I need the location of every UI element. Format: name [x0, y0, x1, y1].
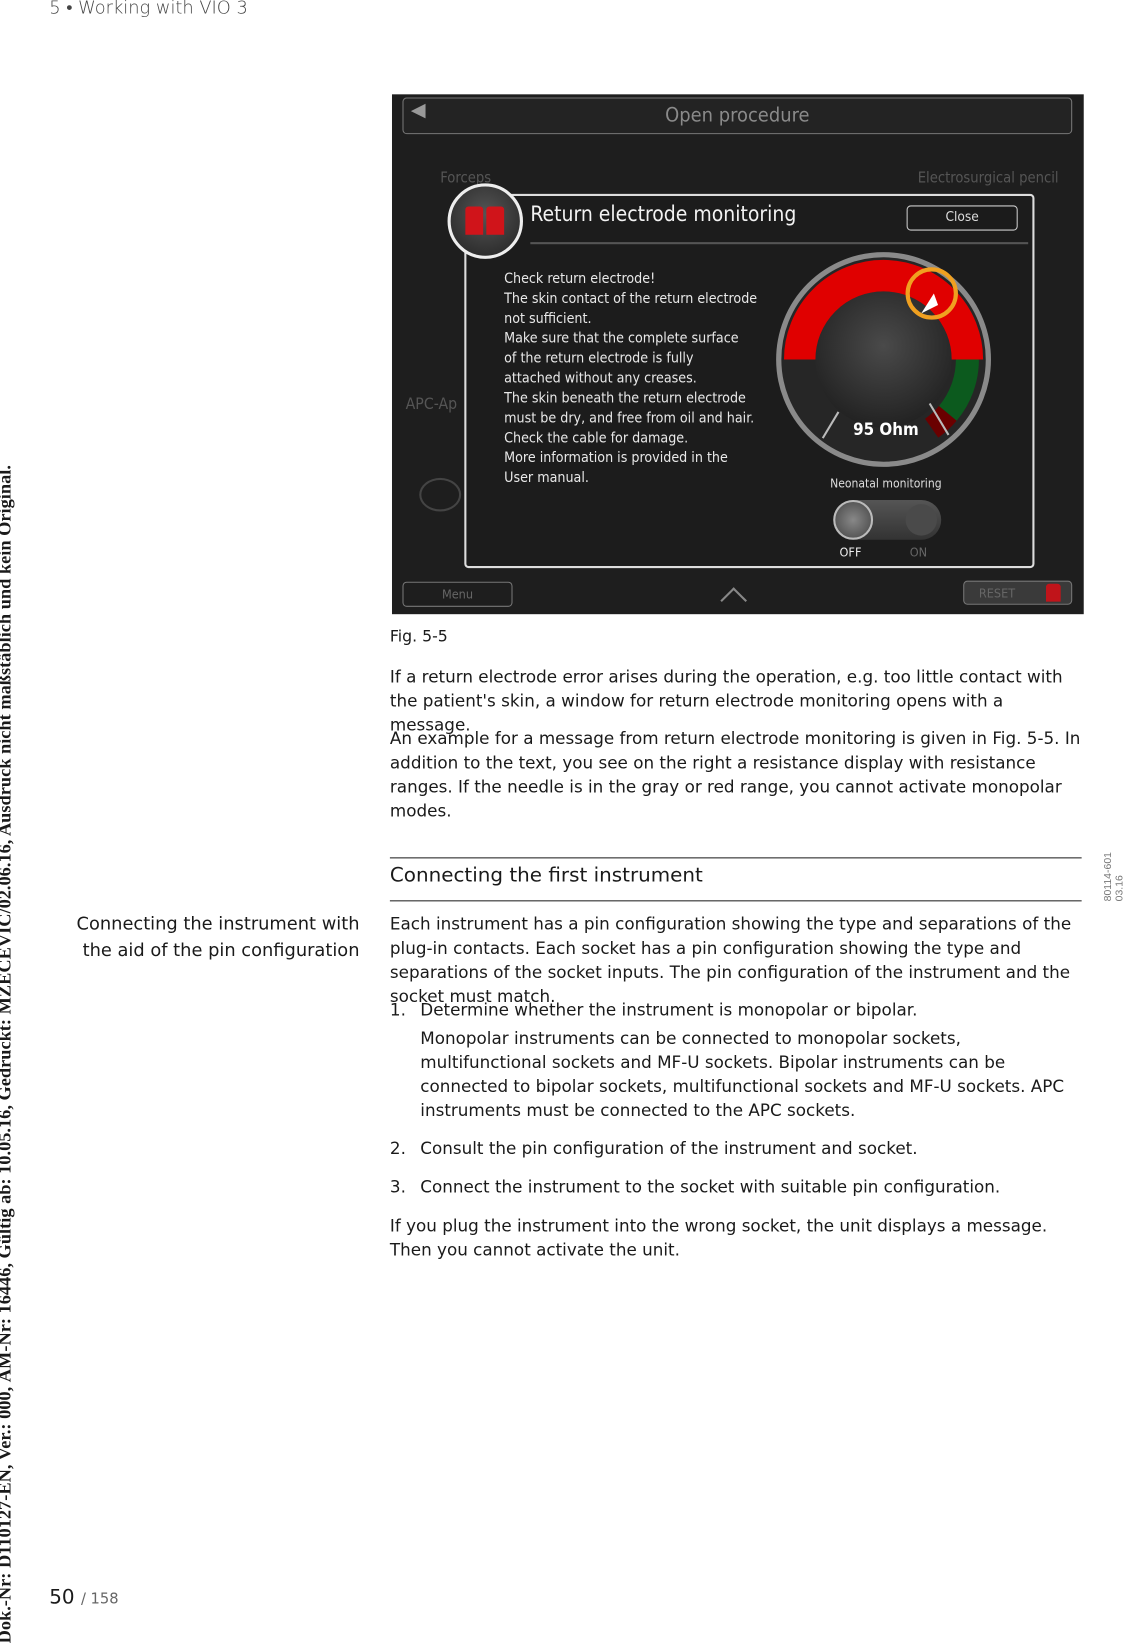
chevron-up-icon[interactable]: [720, 587, 748, 614]
message-line: The skin contact of the return electrode: [504, 290, 758, 308]
message-line: Check the cable for damage.: [504, 429, 689, 447]
message-line: More information is provided in the: [504, 449, 728, 467]
menu-button[interactable]: Menu: [402, 581, 513, 607]
message-line: attached without any creases.: [504, 369, 697, 387]
list-item: 3. Connect the instrument to the socket …: [390, 1175, 1084, 1199]
message-line: of the return electrode is fully: [504, 350, 694, 367]
apc-label: APC-Ap: [405, 394, 458, 413]
doc-id-number: 80114-601: [1102, 852, 1115, 902]
section-heading: Connecting the first instrument: [389, 863, 703, 887]
message-line: Check return electrode!: [504, 270, 656, 288]
return-electrode-icon: [447, 183, 524, 259]
step-number: 2.: [389, 1138, 406, 1159]
current-page: 50: [49, 1585, 75, 1609]
section-rule-bottom: [389, 900, 1082, 902]
document-id: 80114-601 03.16: [1103, 852, 1126, 901]
doc-id-date: 03.16: [1114, 875, 1126, 902]
paragraph: An example for a message from return ele…: [389, 728, 1081, 821]
step-detail: Monopolar instruments can be connected t…: [420, 1028, 1065, 1121]
message-line: not sufficient.: [504, 310, 592, 328]
message-line: The skin beneath the return electrode: [504, 389, 746, 407]
neonatal-monitoring-label: Neonatal monitoring: [830, 475, 942, 491]
neonatal-monitoring-toggle[interactable]: [833, 499, 942, 540]
message-line: Make sure that the complete surface: [504, 330, 739, 347]
instrument-icon: [419, 477, 462, 512]
right-socket-label: Electrosurgical pencil: [917, 169, 1059, 187]
side-heading: Connecting the instrument with the aid o…: [76, 913, 360, 962]
toggle-on-label: ON: [909, 545, 928, 560]
close-button[interactable]: Close: [906, 205, 1018, 231]
toggle-knob-off: [833, 499, 874, 540]
resistance-value: 95 Ohm: [853, 419, 919, 440]
step-number: 3.: [389, 1177, 406, 1197]
manual-page: 5 • Working with VIO 3 Dok.-Nr: D110127-…: [0, 0, 1134, 1643]
figure-caption: Fig. 5-5: [389, 626, 448, 646]
dialog-title: Return electrode monitoring: [530, 201, 797, 227]
list-item: 2. Consult the pin configuration of the …: [390, 1136, 1084, 1160]
step-text: Connect the instrument to the socket wit…: [420, 1177, 1001, 1197]
return-electrode-small-icon: [1046, 583, 1061, 602]
back-arrow-icon: [410, 103, 426, 119]
step-text: Consult the pin configuration of the ins…: [420, 1138, 918, 1159]
resistance-gauge: [776, 252, 991, 467]
list-item: 1. Determine whether the instrument is m…: [390, 998, 1084, 1123]
total-pages: / 158: [80, 1591, 119, 1608]
running-header: 5 • Working with VIO 3: [49, 0, 248, 19]
toggle-knob-on: [905, 504, 938, 536]
toggle-off-label: OFF: [839, 545, 862, 560]
top-bar: Open procedure: [402, 97, 1073, 135]
document-control-note: Dok.-Nr: D110127-EN, Ver.: 000, ÄM-Nr: 1…: [0, 465, 15, 1643]
section-rule-top: [389, 857, 1082, 859]
step-number: 1.: [389, 999, 406, 1020]
message-line: User manual.: [504, 469, 589, 487]
section-outro: If you plug the instrument into the wron…: [389, 1215, 1048, 1260]
top-title: Open procedure: [665, 103, 810, 127]
section-intro: Each instrument has a pin configuration …: [389, 913, 1072, 1007]
step-text: Determine whether the instrument is mono…: [420, 999, 918, 1020]
page-number: 50 / 158: [49, 1586, 118, 1609]
message-line: must be dry, and free from oil and hair.: [504, 409, 755, 427]
device-screenshot: Open procedure Forceps Electrosurgical p…: [391, 94, 1084, 615]
dialog-message: Check return electrode! The skin contact…: [504, 269, 757, 488]
